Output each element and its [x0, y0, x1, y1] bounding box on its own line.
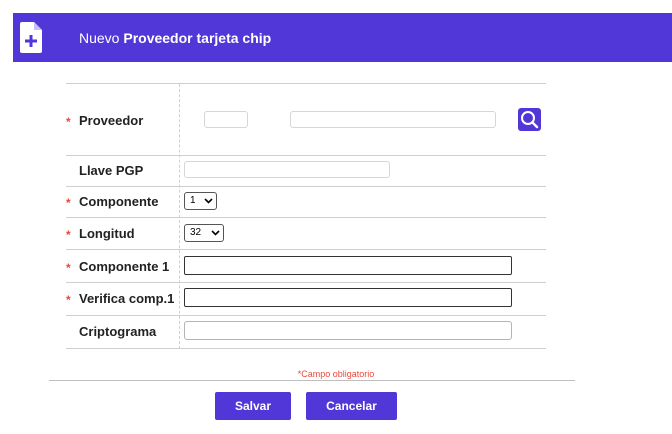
provider-name-input[interactable]: [290, 111, 496, 128]
provider-form: * Proveedor Llave PGP * Componente 1 * L…: [66, 83, 546, 349]
form-row-criptograma: Criptograma: [66, 315, 546, 349]
search-icon: [521, 111, 539, 129]
form-row-longitud: * Longitud 32: [66, 217, 546, 250]
required-mark: *: [66, 115, 71, 129]
form-row-componente: * Componente 1: [66, 186, 546, 218]
llave-pgp-input[interactable]: [184, 161, 390, 178]
componente-1-input[interactable]: [184, 256, 512, 275]
required-mark: *: [66, 293, 71, 307]
label-criptograma: Criptograma: [79, 324, 157, 339]
form-row-llave-pgp: Llave PGP: [66, 155, 546, 187]
search-button[interactable]: [518, 108, 541, 131]
save-button[interactable]: Salvar: [215, 392, 291, 420]
required-field-note: *Campo obligatorio: [297, 369, 375, 379]
cancel-button[interactable]: Cancelar: [306, 392, 397, 420]
title-prefix: Nuevo: [79, 30, 120, 46]
label-longitud: Longitud: [79, 226, 135, 241]
provider-code-input[interactable]: [204, 111, 248, 128]
required-mark: *: [66, 196, 71, 210]
chevron-down-icon: [211, 230, 220, 236]
form-row-proveedor: * Proveedor: [66, 84, 546, 156]
label-componente-1: Componente 1: [79, 259, 170, 274]
form-row-componente-1: * Componente 1: [66, 249, 546, 283]
label-proveedor: Proveedor: [79, 113, 144, 128]
longitud-select[interactable]: 32: [184, 224, 224, 242]
label-verifica-comp-1: Verifica comp.1: [79, 291, 175, 306]
add-document-icon: [20, 22, 42, 53]
label-componente: Componente: [79, 194, 159, 209]
form-row-verifica-comp-1: * Verifica comp.1: [66, 282, 546, 316]
required-mark: *: [66, 261, 71, 275]
required-mark: *: [66, 228, 71, 242]
componente-select[interactable]: 1: [184, 192, 217, 210]
title-main: Proveedor tarjeta chip: [123, 30, 272, 46]
verifica-comp-1-input[interactable]: [184, 288, 512, 307]
label-llave-pgp: Llave PGP: [79, 163, 144, 178]
page-header: Nuevo Proveedor tarjeta chip: [13, 13, 672, 62]
footer-divider: [49, 380, 575, 381]
page-title: Nuevo Proveedor tarjeta chip: [79, 30, 271, 46]
chevron-down-icon: [204, 198, 213, 204]
criptograma-input[interactable]: [184, 321, 512, 340]
